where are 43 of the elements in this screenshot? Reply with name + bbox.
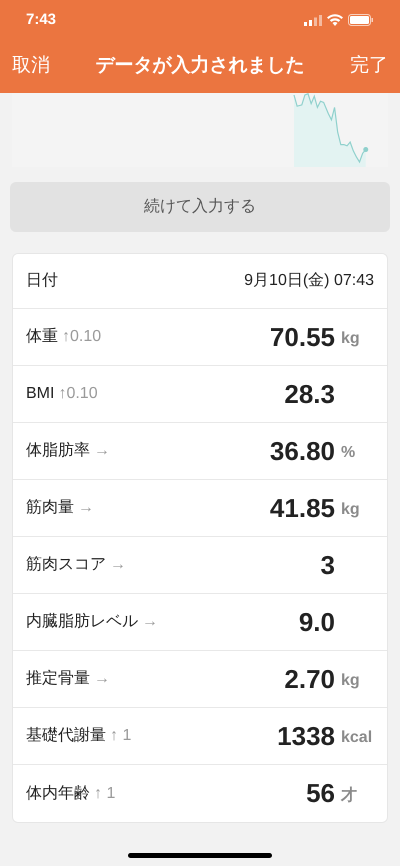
measurement-label: 体重 xyxy=(26,326,58,347)
trend-text: → xyxy=(142,612,158,632)
trend-text: → xyxy=(94,441,110,461)
battery-icon xyxy=(348,14,374,26)
measurement-value: 9.0 xyxy=(298,606,335,638)
date-value: 9月10日(金) 07:43 xyxy=(244,271,374,291)
trend-text: → xyxy=(94,669,110,689)
signal-icon xyxy=(304,14,322,26)
measurement-value: 28.3 xyxy=(284,378,335,410)
page-title: データが入力されました xyxy=(96,54,304,78)
unit-text: kcal xyxy=(341,728,372,748)
measurement-label: 推定骨量 xyxy=(26,668,90,689)
trend-text: → xyxy=(78,498,94,518)
measurement-value: 56 xyxy=(306,777,335,810)
measurement-label: 筋肉スコア xyxy=(26,555,106,575)
measurement-label: BMI xyxy=(26,384,54,404)
done-button[interactable]: 完了 xyxy=(350,52,388,81)
measurement-value: 3 xyxy=(320,548,335,582)
measurement-label: 筋肉量 xyxy=(26,498,74,518)
trend-text: ↑0.10 xyxy=(62,327,102,347)
wifi-icon xyxy=(327,14,343,26)
measurement-label: 体内年齢 xyxy=(26,784,90,804)
measurement-value: 70.55 xyxy=(270,320,335,354)
measurement-label: 体脂肪率 xyxy=(26,440,90,461)
measurement-value: 36.80 xyxy=(270,434,335,468)
status-time: 7:43 xyxy=(26,10,56,30)
unit-text: kg xyxy=(341,671,360,691)
cancel-button[interactable]: 取消 xyxy=(12,52,50,81)
trend-text: ↑0.10 xyxy=(58,384,98,404)
unit-text: 才 xyxy=(341,786,357,806)
measurement-value: 2.70 xyxy=(284,662,335,696)
unit-text: kg xyxy=(341,329,360,349)
continue-button[interactable]: 続けて入力する xyxy=(10,182,390,232)
trend-text: ↑ 1 xyxy=(110,726,132,746)
trend-text: ↑ 1 xyxy=(94,784,116,804)
measurement-label: 内臓脂肪レベル xyxy=(26,612,138,632)
trend-text: → xyxy=(110,555,126,575)
measurement-value: 1338 xyxy=(277,720,335,752)
measurement-value: 41.85 xyxy=(270,492,335,524)
unit-text: % xyxy=(341,443,356,463)
date-label: 日付 xyxy=(26,271,58,291)
measurement-label: 基礎代謝量 xyxy=(26,726,106,746)
unit-text: kg xyxy=(341,500,360,520)
